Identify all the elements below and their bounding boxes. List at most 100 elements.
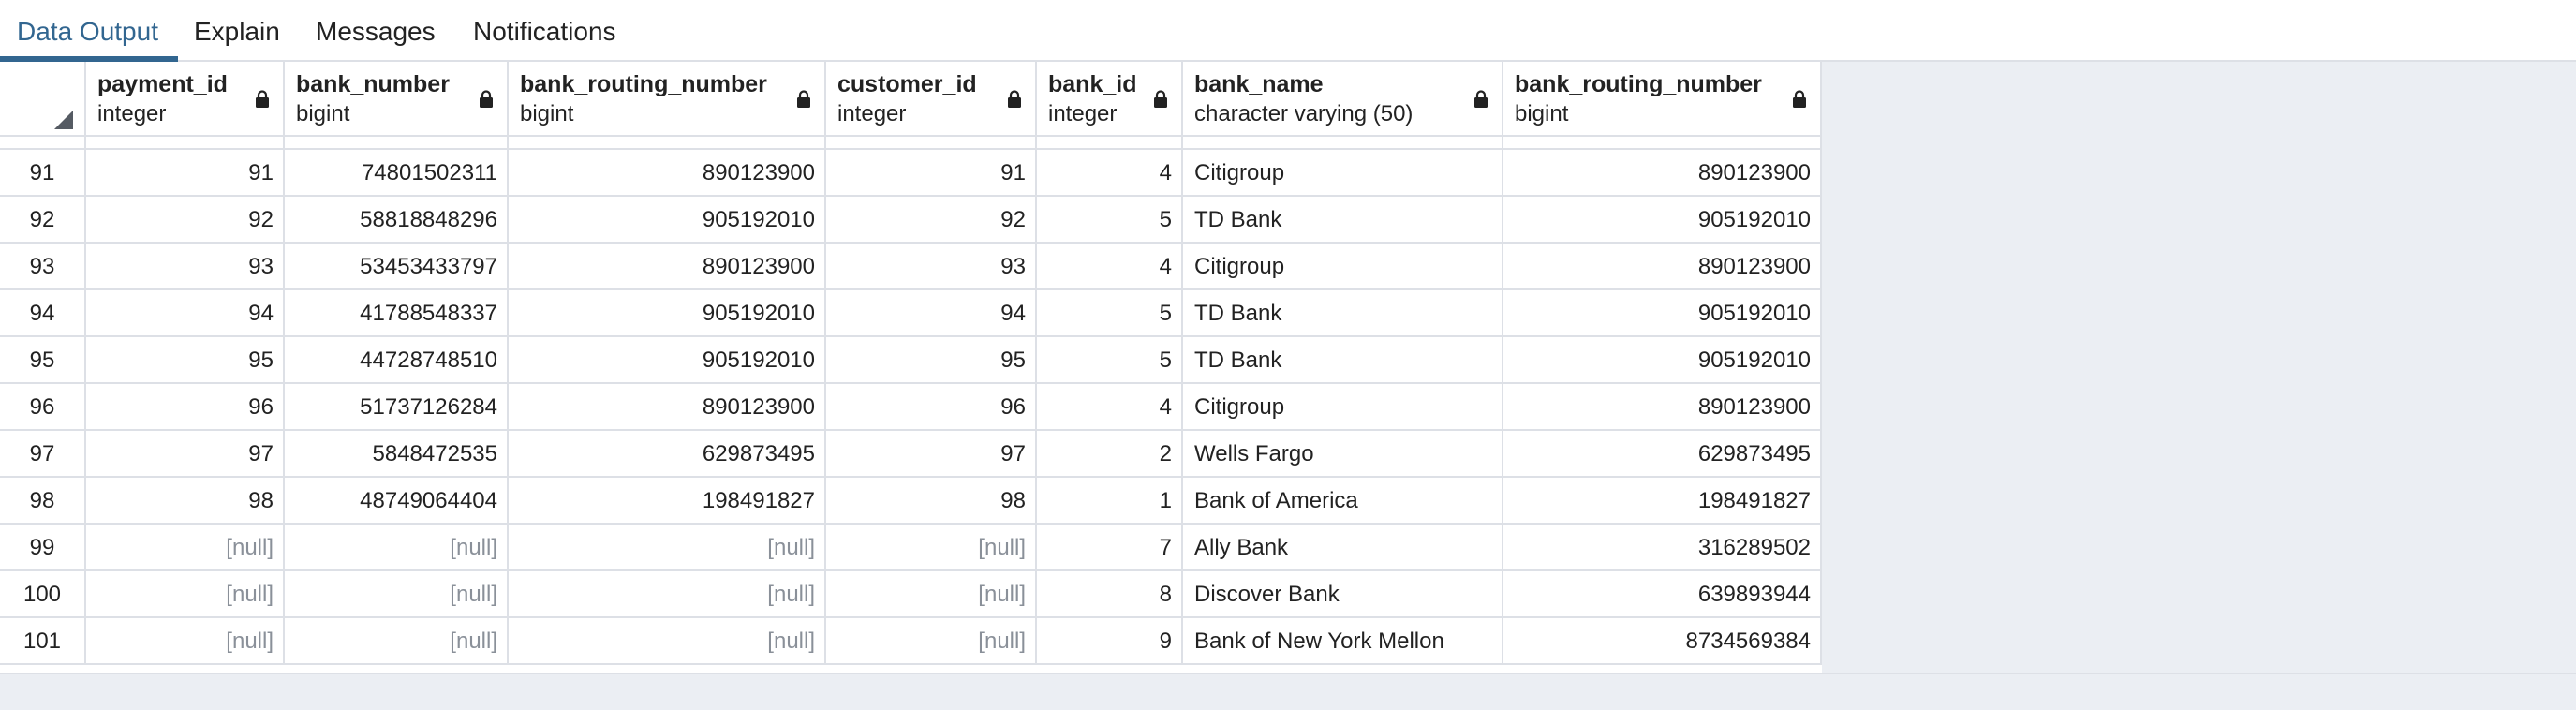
table-cell[interactable]: 905192010 [1503,337,1822,384]
vertical-scrollbar[interactable] [2543,62,2576,673]
tab-notifications[interactable]: Notifications [473,0,616,62]
select-all-corner[interactable] [0,62,86,135]
table-cell[interactable]: 93 [86,244,285,290]
table-cell[interactable]: 51737126284 [285,384,509,431]
table-cell[interactable]: 96 [826,384,1037,431]
table-cell[interactable]: Citigroup [1183,244,1503,290]
table-cell[interactable]: 198491827 [1503,478,1822,525]
table-row[interactable]: 100 [null] [null] [null] [null] 8 Discover Ban… [0,571,1822,618]
table-cell[interactable]: 9 [1037,618,1183,665]
row-number[interactable]: 99 [0,525,86,571]
table-row[interactable]: 94 94 41788548337 905192010 94 5 TD Bank 905192… [0,290,1822,337]
table-cell[interactable]: 92 [826,197,1037,244]
table-cell[interactable]: 91 [826,150,1037,197]
table-cell[interactable]: 58818848296 [285,197,509,244]
table-cell[interactable]: Bank of New York Mellon [1183,618,1503,665]
table-cell[interactable]: 2 [1037,431,1183,478]
row-number[interactable]: 93 [0,244,86,290]
table-cell[interactable]: [null] [826,571,1037,618]
table-cell[interactable]: 8734569384 [1503,618,1822,665]
table-cell[interactable]: 94 [826,290,1037,337]
table-cell[interactable]: 41788548337 [285,290,509,337]
row-number[interactable]: 94 [0,290,86,337]
tab-data-output[interactable]: Data Output [17,0,158,62]
table-cell[interactable]: 629873495 [1503,431,1822,478]
table-cell[interactable]: 4 [1037,244,1183,290]
column-header-bank_id[interactable]: bank_id integer [1037,62,1183,135]
table-cell[interactable]: 890123900 [509,150,826,197]
table-cell[interactable]: Wells Fargo [1183,431,1503,478]
row-number[interactable]: 100 [0,571,86,618]
table-cell[interactable]: [null] [826,618,1037,665]
table-cell[interactable]: [null] [285,571,509,618]
table-cell[interactable]: 98 [826,478,1037,525]
table-cell[interactable]: Ally Bank [1183,525,1503,571]
table-cell[interactable]: 95 [826,337,1037,384]
table-cell[interactable]: 905192010 [509,337,826,384]
tab-messages[interactable]: Messages [316,0,436,62]
row-number[interactable]: 92 [0,197,86,244]
table-cell[interactable]: 93 [826,244,1037,290]
table-cell[interactable]: TD Bank [1183,337,1503,384]
table-cell[interactable]: 5 [1037,197,1183,244]
table-cell[interactable]: 97 [86,431,285,478]
table-cell[interactable]: 44728748510 [285,337,509,384]
row-number[interactable]: 95 [0,337,86,384]
table-cell[interactable]: 316289502 [1503,525,1822,571]
table-cell[interactable]: 92 [86,197,285,244]
table-row[interactable]: 92 92 58818848296 905192010 92 5 TD Bank 905192… [0,197,1822,244]
table-cell[interactable]: 95 [86,337,285,384]
table-cell[interactable]: 198491827 [509,478,826,525]
table-cell[interactable]: 96 [86,384,285,431]
table-cell[interactable]: 905192010 [1503,290,1822,337]
table-cell[interactable]: 905192010 [1503,197,1822,244]
column-header-bank_number[interactable]: bank_number bigint [285,62,509,135]
table-cell[interactable]: [null] [86,525,285,571]
table-cell[interactable]: [null] [285,618,509,665]
table-row[interactable]: 93 93 53453433797 890123900 93 4 Citigroup 8901… [0,244,1822,290]
table-cell[interactable]: 890123900 [1503,244,1822,290]
table-cell[interactable]: 5 [1037,337,1183,384]
table-cell[interactable]: [null] [86,618,285,665]
table-cell[interactable]: 74801502311 [285,150,509,197]
table-cell[interactable]: [null] [826,525,1037,571]
table-row[interactable]: 101 [null] [null] [null] [null] 9 Bank of New … [0,618,1822,665]
table-cell[interactable]: 97 [826,431,1037,478]
table-cell[interactable]: [null] [86,571,285,618]
table-cell[interactable]: 98 [86,478,285,525]
table-cell[interactable]: 7 [1037,525,1183,571]
table-row[interactable]: 99 [null] [null] [null] [null] 7 Ally Bank 3162… [0,525,1822,571]
table-cell[interactable]: Citigroup [1183,150,1503,197]
table-cell[interactable]: 890123900 [1503,150,1822,197]
table-row[interactable]: 96 96 51737126284 890123900 96 4 Citigroup 8901… [0,384,1822,431]
table-cell[interactable]: [null] [509,525,826,571]
table-row[interactable]: 95 95 44728748510 905192010 95 5 TD Bank 905192… [0,337,1822,384]
column-header-customer_id[interactable]: customer_id integer [826,62,1037,135]
table-cell[interactable]: 629873495 [509,431,826,478]
table-cell[interactable]: 8 [1037,571,1183,618]
column-header-payment_id[interactable]: payment_id integer [86,62,285,135]
table-cell[interactable]: 4 [1037,150,1183,197]
table-cell[interactable]: [null] [285,525,509,571]
table-cell[interactable]: 905192010 [509,197,826,244]
table-cell[interactable]: [null] [509,618,826,665]
row-number[interactable]: 98 [0,478,86,525]
table-cell[interactable]: 890123900 [1503,384,1822,431]
table-cell[interactable]: 890123900 [509,244,826,290]
table-cell[interactable]: 4 [1037,384,1183,431]
tab-explain[interactable]: Explain [194,0,280,62]
table-cell[interactable]: TD Bank [1183,290,1503,337]
table-cell[interactable]: 91 [86,150,285,197]
table-cell[interactable]: 1 [1037,478,1183,525]
table-cell[interactable]: Bank of America [1183,478,1503,525]
table-cell[interactable]: 890123900 [509,384,826,431]
table-row[interactable]: 97 97 5848472535 629873495 97 2 Wells Fargo 629… [0,431,1822,478]
table-cell[interactable]: 53453433797 [285,244,509,290]
table-cell[interactable]: TD Bank [1183,197,1503,244]
table-cell[interactable]: Discover Bank [1183,571,1503,618]
table-row[interactable]: 91 91 74801502311 890123900 91 4 Citigroup 8901… [0,150,1822,197]
table-cell[interactable]: 5848472535 [285,431,509,478]
table-cell[interactable]: [null] [509,571,826,618]
row-number[interactable]: 91 [0,150,86,197]
table-cell[interactable]: Citigroup [1183,384,1503,431]
